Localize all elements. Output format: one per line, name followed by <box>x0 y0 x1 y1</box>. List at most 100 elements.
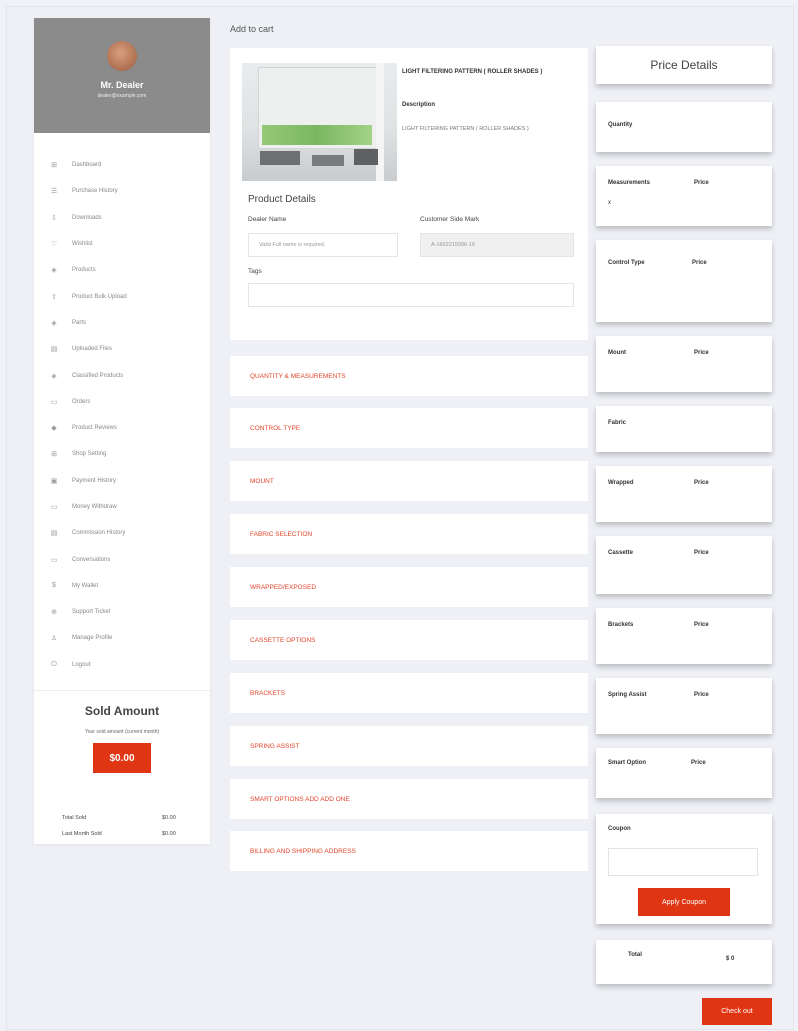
price-details-header: Price Details <box>596 46 772 84</box>
sidebar-item-money-withdraw[interactable]: ▭ Money Withdraw <box>34 494 210 520</box>
dealer-name: Mr. Dealer <box>100 80 144 90</box>
total-value: $ 0 <box>726 956 735 962</box>
tags-input[interactable] <box>248 283 574 307</box>
product-details-heading: Product Details <box>248 194 316 205</box>
tags-label: Tags <box>248 268 262 275</box>
spring-assist-box: Spring Assist Price <box>596 678 772 734</box>
sidebar-item-downloads[interactable]: ⇩ Downloads <box>34 205 210 231</box>
coupon-box: Coupon Apply Coupon <box>596 814 772 924</box>
sidebar-item-label: Manage Profile <box>72 635 113 642</box>
breadcrumb: Add to cart <box>230 24 274 34</box>
sidebar-item-label: Wishlist <box>72 241 93 248</box>
parts-icon: ◈ <box>51 319 57 327</box>
sidebar-item-product-reviews[interactable]: ◆ Product Reviews <box>34 415 210 441</box>
logout-icon: ⏻ <box>51 660 57 668</box>
garden-view-illustration <box>262 125 372 145</box>
sidebar-item-classified-products[interactable]: ◈ Classified Products <box>34 362 210 388</box>
sidebar-item-label: Uploaded Files <box>72 346 113 353</box>
sidebar-item-uploaded-files[interactable]: ▤ Uploaded Files <box>34 336 210 362</box>
sidebar-item-my-wallet[interactable]: $ My Wallet <box>34 573 210 599</box>
spring-assist-price-label: Price <box>694 692 709 698</box>
sidebar-item-label: Products <box>72 267 96 274</box>
mount-price-label: Price <box>694 350 709 356</box>
sold-amount-title: Sold Amount <box>84 704 160 718</box>
product-card: LIGHT FILTERING PATTERN ( ROLLER SHADES … <box>230 48 588 340</box>
customer-side-mark-input[interactable]: A-1662215906-16 <box>420 233 574 257</box>
shop-icon: ⊞ <box>51 451 57 459</box>
mount-label: Mount <box>608 350 626 356</box>
last-month-sold-value: $0.00 <box>162 831 176 837</box>
fabric-label: Fabric <box>608 420 627 426</box>
sidebar-item-label: Support Ticket <box>72 609 111 616</box>
coupon-input[interactable] <box>608 848 758 876</box>
sidebar-item-purchase-history[interactable]: ☰ Purchase History <box>34 178 210 204</box>
sidebar-item-label: Money Withdraw <box>72 504 117 510</box>
control-type-price-label: Price <box>692 260 707 266</box>
upload-icon: ⇧ <box>51 293 57 301</box>
history-icon: ☰ <box>50 188 58 196</box>
sidebar-item-logout[interactable]: ⏻ Logout <box>34 652 210 678</box>
sidebar-item-label: Payment History <box>72 477 117 484</box>
dealer-name-input[interactable]: Valid Full name is required. <box>248 233 398 257</box>
cassette-label: Cassette <box>608 550 634 556</box>
measurements-price-label: Price <box>694 180 709 186</box>
chair-illustration <box>354 149 378 165</box>
last-month-sold-label: Last Month Sold <box>62 831 102 837</box>
smart-option-label: Smart Option <box>608 760 647 766</box>
wrapped-box: Wrapped Price <box>596 466 772 522</box>
profile-header: Mr. Dealer dealer@example.com <box>34 18 210 133</box>
heart-icon: ♡ <box>50 241 58 249</box>
cassette-price-label: Price <box>694 550 709 556</box>
table-illustration <box>312 155 344 166</box>
accordion-wrapped-exposed[interactable]: WRAPPED/EXPOSED <box>230 567 588 607</box>
sidebar-item-parts[interactable]: ◈ Parts <box>34 310 210 336</box>
sidebar-menu: ⊞ Dashboard ☰ Purchase History ⇩ Downloads ♡ Wi… <box>34 152 210 678</box>
accordion-control-type[interactable]: CONTROL TYPE <box>230 408 588 448</box>
sidebar-item-manage-profile[interactable]: ♙ Manage Profile <box>34 625 210 651</box>
sidebar-item-label: Dashboard <box>72 162 102 169</box>
accordion-mount[interactable]: MOUNT <box>230 461 588 501</box>
dealer-email: dealer@example.com <box>97 93 147 99</box>
sidebar-item-wishlist[interactable]: ♡ Wishlist <box>34 231 210 257</box>
sold-amount-panel: Sold Amount Your sold amount (current mo… <box>34 690 210 837</box>
accordion-brackets[interactable]: BRACKETS <box>230 673 588 713</box>
accordion-cassette-options[interactable]: CASSETTE OPTIONS <box>230 620 588 660</box>
sofa-illustration <box>260 151 300 165</box>
smart-option-price-label: Price <box>691 760 706 766</box>
sidebar-item-commission-history[interactable]: ▤ Commission History <box>34 520 210 546</box>
avatar[interactable] <box>107 41 137 71</box>
sidebar-item-products[interactable]: ◈ Products <box>34 257 210 283</box>
total-box: Total $ 0 <box>596 940 772 984</box>
cassette-box: Cassette Price <box>596 536 772 594</box>
sidebar-item-label: Logout <box>72 661 91 668</box>
sidebar-item-payment-history[interactable]: ▣ Payment History <box>34 468 210 494</box>
sidebar-item-product-bulk-upload[interactable]: ⇧ Product Bulk Upload <box>34 283 210 309</box>
sidebar-item-support-ticket[interactable]: ⊕ Support Ticket <box>34 599 210 625</box>
classified-icon: ◈ <box>51 372 57 380</box>
accordion-billing-and-shipping-address[interactable]: BILLING AND SHIPPING ADDRESS <box>230 831 588 871</box>
wrapped-price-label: Price <box>694 480 709 486</box>
sidebar-item-label: Downloads <box>72 214 102 221</box>
accordion-fabric-selection[interactable]: FABRIC SELECTION <box>230 514 588 554</box>
download-icon: ⇩ <box>51 214 57 222</box>
sidebar-item-dashboard[interactable]: ⊞ Dashboard <box>34 152 210 178</box>
accordion-quantity-measurements[interactable]: QUANTITY & MEASUREMENTS <box>230 356 588 396</box>
accordion-smart-options-add-add-one[interactable]: SMART OPTIONS ADD ADD ONE <box>230 779 588 819</box>
measurements-value: x <box>608 200 611 206</box>
brackets-label: Brackets <box>608 622 634 628</box>
sidebar-item-label: Parts <box>72 319 87 326</box>
sidebar-item-conversations[interactable]: ▭ Conversations <box>34 546 210 572</box>
withdraw-icon: ▭ <box>50 504 58 511</box>
folder-icon: ▤ <box>50 346 58 354</box>
accordion-spring-assist[interactable]: SPRING ASSIST <box>230 726 588 766</box>
checkout-button[interactable]: Check out <box>702 998 772 1025</box>
spring-assist-label: Spring Assist <box>608 692 647 698</box>
apply-coupon-button[interactable]: Apply Coupon <box>638 888 730 916</box>
product-title: LIGHT FILTERING PATTERN ( ROLLER SHADES … <box>402 69 543 75</box>
dealer-name-label: Dealer Name <box>248 216 287 223</box>
sidebar-item-label: Classified Products <box>72 372 124 379</box>
chat-icon: ▭ <box>50 556 58 564</box>
sidebar-item-orders[interactable]: ▭ Orders <box>34 389 210 415</box>
total-label: Total <box>628 952 642 958</box>
sidebar-item-shop-setting[interactable]: ⊞ Shop Setting <box>34 441 210 467</box>
